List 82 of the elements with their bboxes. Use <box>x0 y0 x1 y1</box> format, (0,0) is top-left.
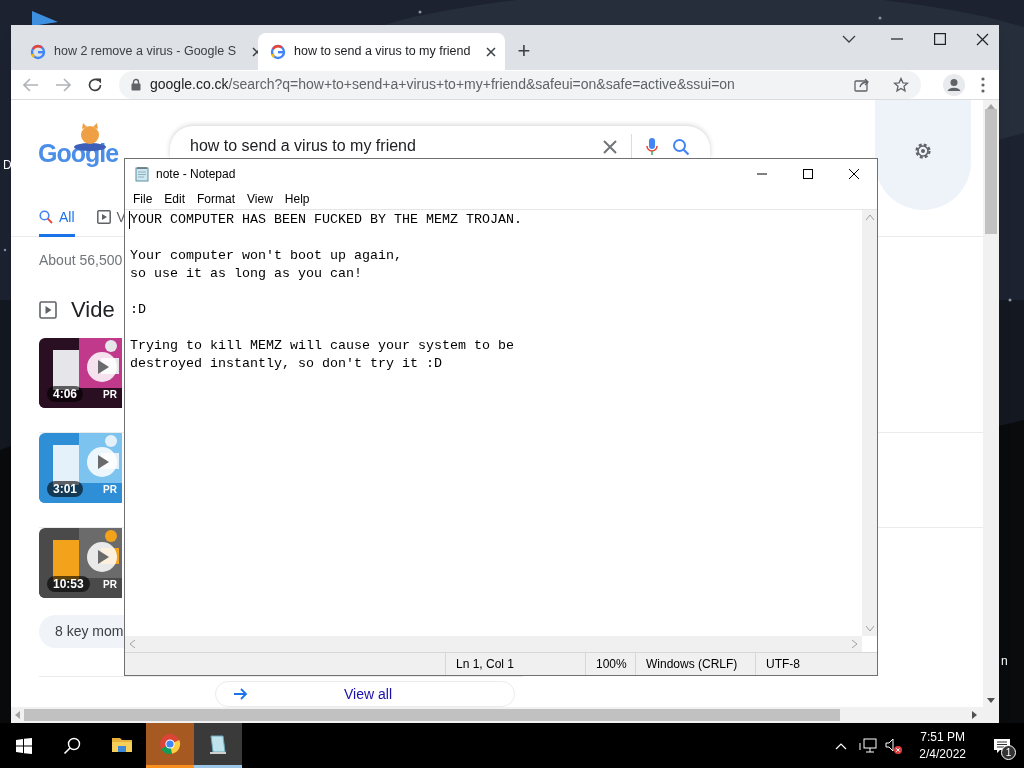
lock-icon <box>131 78 141 91</box>
key-moments-chip[interactable]: 8 key mom <box>39 615 124 649</box>
menu-item[interactable]: File <box>127 190 159 208</box>
window-title: note - Notepad <box>156 166 236 183</box>
notifications-button[interactable]: 1 <box>980 723 1024 768</box>
notepad-icon <box>134 166 150 182</box>
play-icon <box>39 300 57 319</box>
menu-item[interactable]: Help <box>278 190 316 208</box>
vertical-scrollbar[interactable] <box>983 100 999 707</box>
play-icon <box>96 210 111 224</box>
text-line: Your computer won't boot up again, <box>130 247 402 265</box>
horizontal-scrollbar[interactable] <box>11 707 999 723</box>
text-line: so use it as long as you can! <box>130 265 362 283</box>
close-icon[interactable] <box>486 46 497 57</box>
text-line: Trying to kill MEMZ will cause your system to be <box>130 337 514 355</box>
menu-item[interactable]: Format <box>191 190 242 208</box>
maximize-icon <box>802 168 814 180</box>
browser-tab[interactable]: how to send a virus to my friend <box>258 33 505 70</box>
notification-count: 1 <box>1001 745 1016 760</box>
close-icon[interactable] <box>976 32 989 46</box>
tab-title: how 2 remove a virus - Google S <box>54 43 237 61</box>
clock[interactable]: 7:51 PM 2/4/2022 <box>913 728 972 763</box>
chevron-up-icon[interactable] <box>835 741 848 750</box>
preview-label: PR <box>103 578 117 592</box>
clock-date: 2/4/2022 <box>919 745 966 763</box>
play-button-icon[interactable] <box>87 447 117 477</box>
text-line: :D <box>130 301 146 319</box>
menu-item[interactable]: View <box>241 190 279 208</box>
video-duration: 10:53 <box>47 576 90 592</box>
preview-label: PR <box>103 388 117 402</box>
desktop-icon-label: D <box>3 157 12 174</box>
status-text: 100% <box>596 656 627 673</box>
video-duration: 3:01 <box>47 481 84 497</box>
reload-icon[interactable] <box>87 76 103 93</box>
google-icon <box>30 43 46 60</box>
browser-tab[interactable]: how 2 remove a virus - Google S <box>18 33 258 70</box>
menu-item[interactable]: Edit <box>158 190 192 208</box>
play-button-icon[interactable] <box>87 352 117 382</box>
star-icon[interactable] <box>893 76 909 93</box>
video-duration: 4:06 <box>47 386 84 402</box>
share-icon[interactable] <box>854 77 870 92</box>
search-query: how to send a virus to my friend <box>190 136 416 156</box>
preview-label: PR <box>103 483 117 497</box>
right-arrow-icon[interactable] <box>972 711 977 719</box>
volume-muted-icon[interactable] <box>885 737 904 754</box>
text-line: destroyed instantly, so don't try it :D <box>130 355 442 373</box>
new-tab-button[interactable]: + <box>511 38 537 64</box>
url-text: google.co.ck/search?q=how+to+send+a+virus+to+my+friend&safeui=on&safe=active&ssui=on <box>150 75 735 94</box>
desktop-icon[interactable] <box>30 8 60 28</box>
google-icon <box>270 43 286 60</box>
text-line: YOUR COMPUTER HAS BEEN FUCKED BY THE MEMZ TROJAN. <box>130 211 522 229</box>
status-text: UTF-8 <box>766 656 800 673</box>
search-icon[interactable] <box>672 138 690 156</box>
desktop-icon-label: n <box>1001 653 1008 670</box>
chevron-down-icon[interactable] <box>842 34 856 44</box>
arrow-right-icon <box>234 688 248 701</box>
tab-title: how to send a virus to my friend <box>294 43 471 61</box>
clear-icon[interactable] <box>603 140 617 154</box>
profile-icon[interactable] <box>943 73 965 96</box>
clock-time: 7:51 PM <box>920 728 965 746</box>
close-icon <box>848 168 860 180</box>
menu-icon[interactable] <box>981 76 985 93</box>
maximize-icon[interactable] <box>934 33 946 45</box>
search-field[interactable]: how to send a virus to my friend <box>170 126 710 158</box>
chrome-icon <box>158 732 182 756</box>
microphone-icon[interactable] <box>646 138 658 156</box>
section-title: Vide <box>71 296 115 324</box>
network-icon[interactable] <box>859 737 878 754</box>
play-button-icon[interactable] <box>87 542 117 572</box>
taskbar-app[interactable] <box>194 723 242 768</box>
address-bar[interactable]: google.co.ck/search?q=how+to+send+a+virus+to+my+friend&safeui=on&safe=active&ssui=on <box>119 70 921 99</box>
down-arrow-icon[interactable] <box>987 698 995 703</box>
search-icon <box>39 210 53 224</box>
windows-icon <box>16 737 32 754</box>
status-text: Ln 1, Col 1 <box>456 656 515 673</box>
scrollbar-thumb[interactable] <box>24 709 840 721</box>
search-icon <box>63 736 81 755</box>
status-text: Windows (CRLF) <box>646 656 738 673</box>
result-stats: About 56,500 <box>39 251 123 270</box>
text-cursor <box>129 211 130 229</box>
search-tab[interactable]: All <box>39 200 75 237</box>
scrollbar-thumb[interactable] <box>985 109 997 234</box>
